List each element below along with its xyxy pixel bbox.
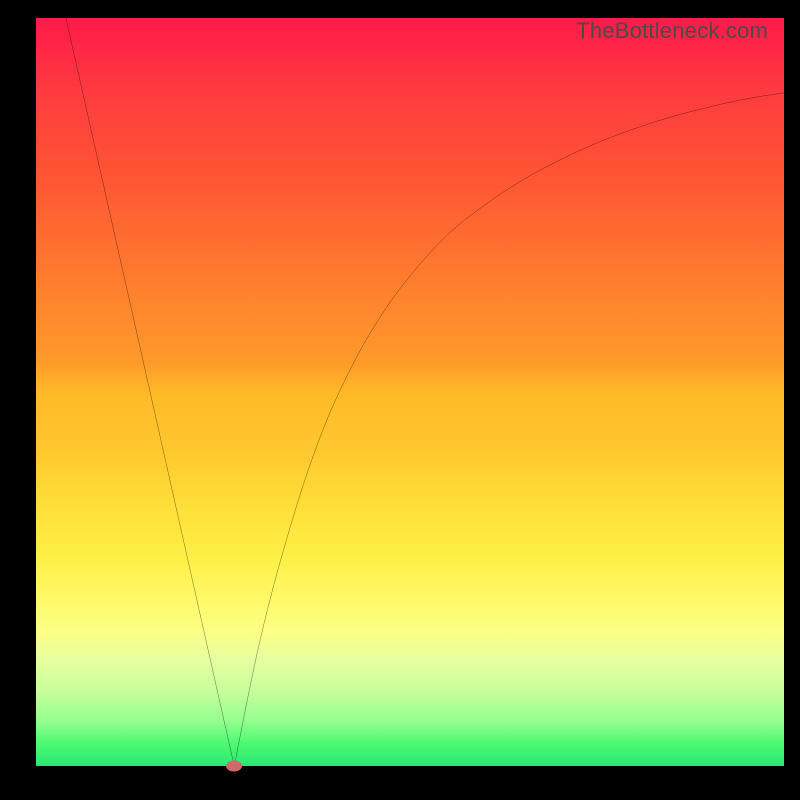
chart-frame: TheBottleneck.com [0,0,800,800]
curve-path [66,18,784,766]
min-marker [226,761,242,772]
bottleneck-curve [36,18,784,766]
plot-area: TheBottleneck.com [36,18,784,766]
